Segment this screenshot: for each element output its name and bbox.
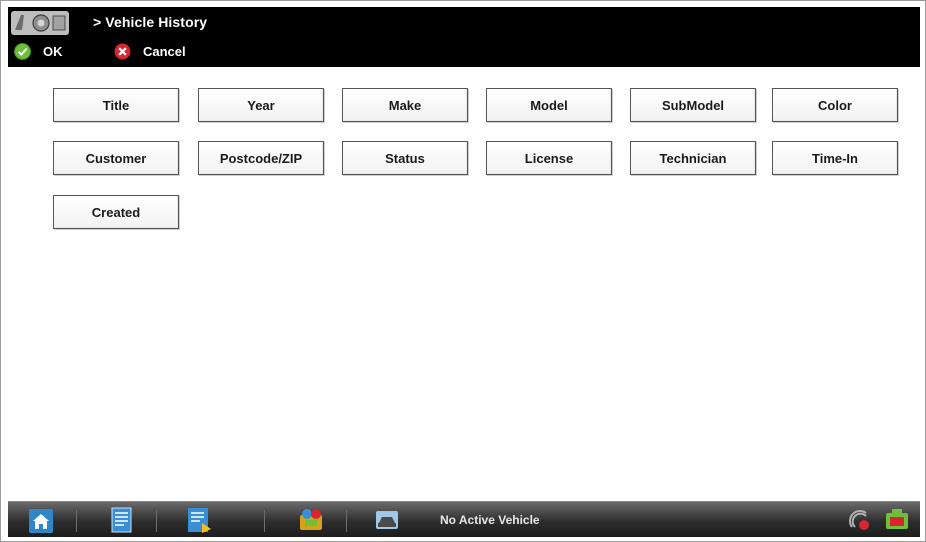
field-button-created[interactable]: Created <box>53 195 179 229</box>
taskbar-separator <box>264 510 265 532</box>
cancel-label: Cancel <box>143 43 186 59</box>
page-title: > Vehicle History <box>93 14 207 30</box>
document-button[interactable] <box>106 505 136 535</box>
field-button-license[interactable]: License <box>486 141 612 175</box>
field-button-postcode[interactable]: Postcode/ZIP <box>198 141 324 175</box>
ok-label: OK <box>43 43 63 59</box>
home-button[interactable] <box>26 505 56 535</box>
taskbar: No Active Vehicle <box>8 501 920 537</box>
scanner-button[interactable] <box>296 505 326 535</box>
field-button-make[interactable]: Make <box>342 88 468 122</box>
field-button-submodel[interactable]: SubModel <box>630 88 756 122</box>
connection-button[interactable] <box>844 505 874 535</box>
document-icon <box>111 507 132 533</box>
taskbar-separator <box>346 510 347 532</box>
battery-icon <box>886 509 908 529</box>
data-list-icon <box>188 508 211 533</box>
taskbar-separator <box>76 510 77 532</box>
vehicle-button[interactable] <box>372 505 402 535</box>
field-button-color[interactable]: Color <box>772 88 898 122</box>
ok-button[interactable]: OK <box>14 40 63 62</box>
page-title-text: Vehicle History <box>105 14 208 30</box>
home-icon <box>29 509 53 533</box>
field-grid: Title Year Make Model SubModel Color Cus… <box>9 67 919 500</box>
field-button-title[interactable]: Title <box>53 88 179 122</box>
cancel-button[interactable]: Cancel <box>114 40 186 62</box>
scanner-icon <box>300 509 322 530</box>
title-bar: > Vehicle History OK Cancel <box>8 7 920 67</box>
app-window: > Vehicle History OK Cancel Title Year M… <box>0 0 926 542</box>
field-button-year[interactable]: Year <box>198 88 324 122</box>
field-button-technician[interactable]: Technician <box>630 141 756 175</box>
vehicle-icon <box>376 511 398 529</box>
battery-button[interactable] <box>882 505 912 535</box>
connection-icon <box>849 510 869 530</box>
taskbar-separator <box>156 510 157 532</box>
x-icon <box>114 43 131 59</box>
field-button-time-in[interactable]: Time-In <box>772 141 898 175</box>
vehicle-scan-icon[interactable] <box>11 11 69 35</box>
vehicle-status: No Active Vehicle <box>440 513 540 527</box>
field-button-model[interactable]: Model <box>486 88 612 122</box>
checkmark-icon <box>14 42 31 60</box>
breadcrumb-separator: > <box>93 14 102 30</box>
data-list-button[interactable] <box>184 505 214 535</box>
field-button-status[interactable]: Status <box>342 141 468 175</box>
field-button-customer[interactable]: Customer <box>53 141 179 175</box>
